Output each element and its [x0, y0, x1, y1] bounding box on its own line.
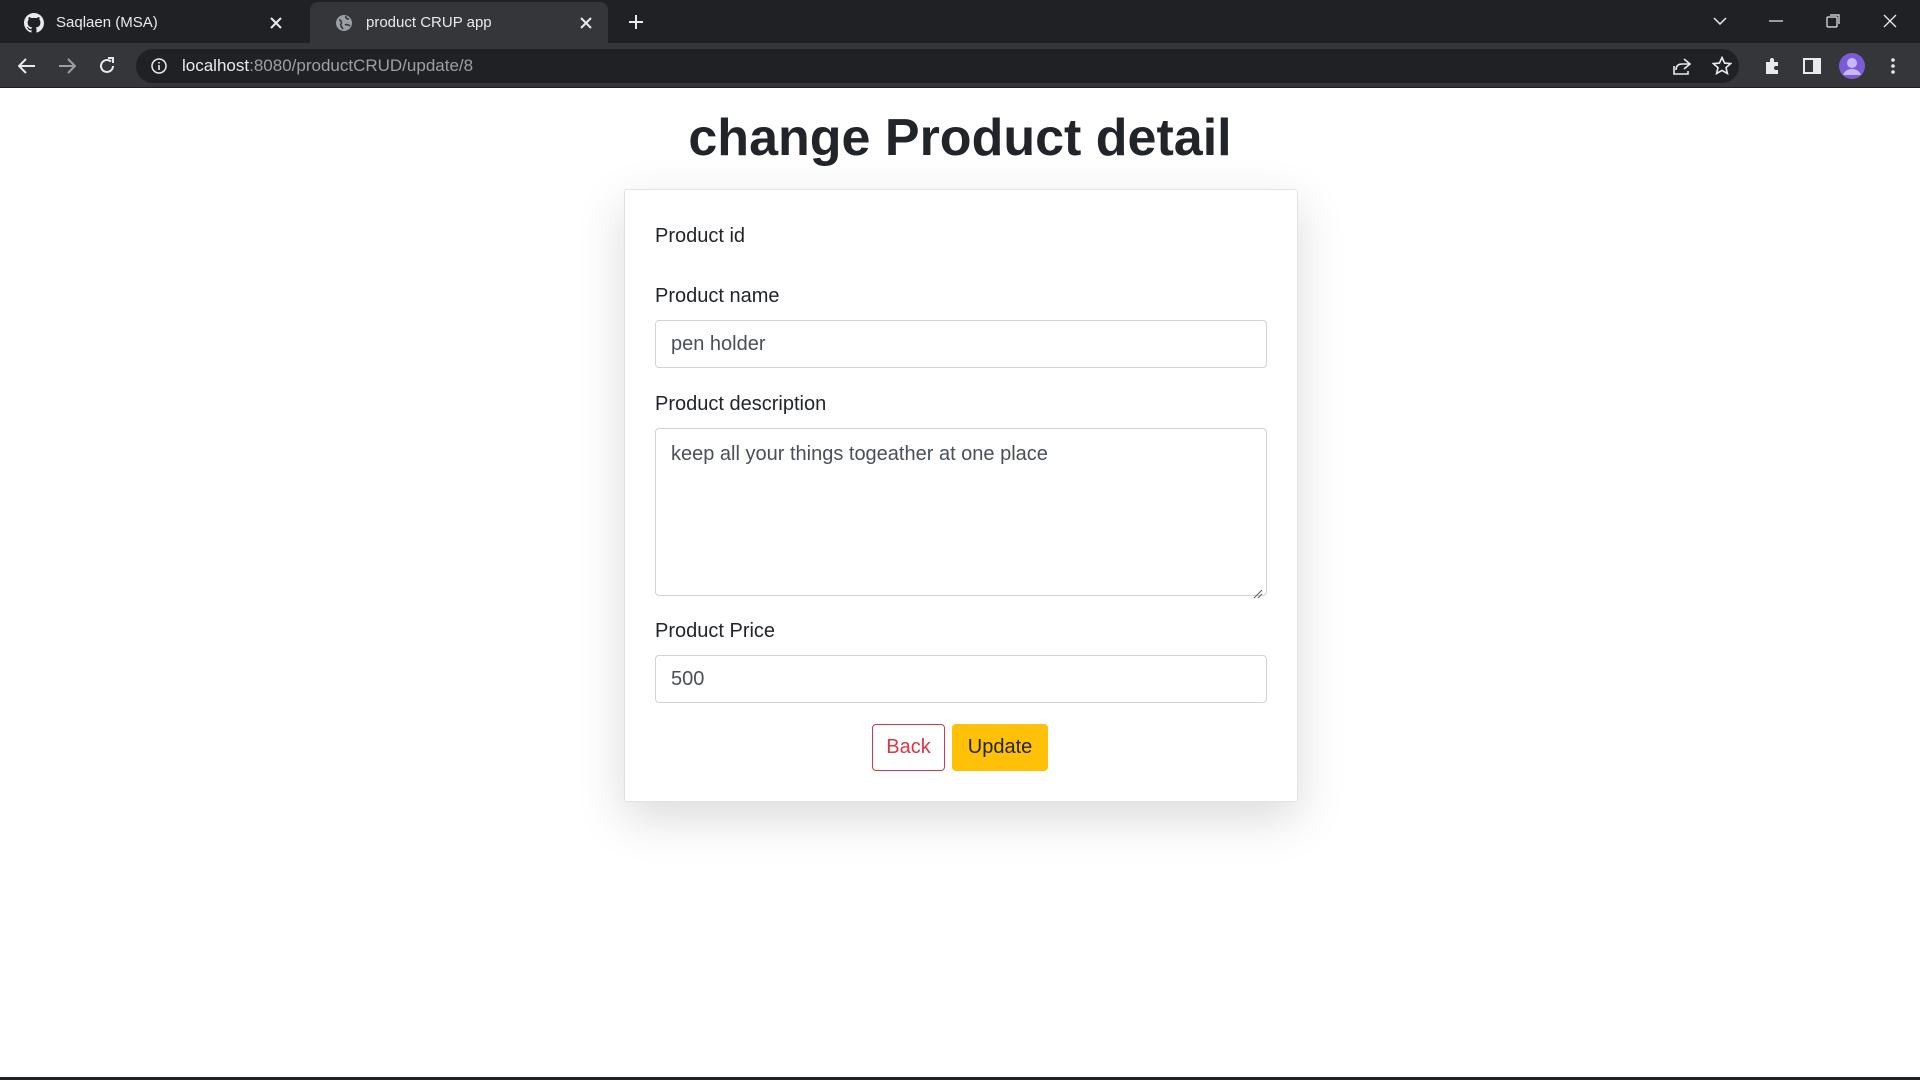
extensions-puzzle-icon[interactable] — [1758, 52, 1786, 80]
window-close-icon[interactable] — [1872, 6, 1908, 36]
product-name-input[interactable]: pen holder — [655, 320, 1267, 368]
product-description-label: Product description — [655, 393, 827, 415]
product-name-value: pen holder — [671, 332, 766, 355]
url-host: localhost — [182, 56, 250, 75]
product-id-label: Product id — [655, 225, 746, 247]
browser-toolbar: localhost:8080/productCRUD/update/8 — [0, 43, 1920, 88]
tab-title: product CRUP app — [366, 14, 492, 31]
more-menu-icon[interactable] — [1879, 52, 1907, 80]
info-icon[interactable] — [150, 57, 168, 75]
product-description-textarea[interactable]: keep all your things togeather at one pl… — [655, 428, 1267, 599]
resize-grip-icon[interactable] — [1253, 582, 1263, 599]
new-tab-icon[interactable] — [624, 10, 648, 34]
side-panel-icon[interactable] — [1798, 52, 1826, 80]
share-icon[interactable] — [1665, 49, 1699, 83]
product-description-value: keep all your things togeather at one pl… — [671, 443, 1048, 465]
page-title: change Product detail — [688, 109, 1232, 167]
close-icon[interactable] — [576, 13, 596, 33]
url-path: :8080/productCRUD/update/8 — [249, 56, 474, 75]
product-price-value: 500 — [671, 667, 705, 690]
tab-product-crud[interactable]: product CRUP app — [310, 2, 608, 43]
close-icon[interactable] — [266, 13, 286, 33]
product-price-input[interactable]: 500 — [655, 655, 1267, 703]
tab-github[interactable]: Saqlaen (MSA) — [0, 2, 298, 43]
forward-arrow-icon[interactable] — [53, 52, 81, 80]
tab-strip: Saqlaen (MSA) product CRUP app — [0, 0, 1920, 43]
tab-search-chevron-down-icon[interactable] — [1702, 6, 1738, 36]
back-button[interactable]: Back — [872, 724, 945, 771]
back-arrow-icon[interactable] — [13, 52, 41, 80]
github-icon — [24, 12, 44, 33]
product-price-label: Product Price — [655, 620, 776, 642]
product-name-label: Product name — [655, 285, 780, 307]
reload-icon[interactable] — [93, 52, 121, 80]
avatar[interactable] — [1838, 52, 1866, 80]
globe-icon — [334, 13, 354, 33]
update-button[interactable]: Update — [952, 724, 1048, 771]
product-form-card: Product id Product name pen holder Produ… — [624, 189, 1298, 802]
minimize-icon[interactable] — [1758, 6, 1794, 36]
tab-title: Saqlaen (MSA) — [56, 14, 158, 31]
star-icon[interactable] — [1705, 49, 1739, 83]
restore-icon[interactable] — [1815, 6, 1851, 36]
address-bar[interactable]: localhost:8080/productCRUD/update/8 — [136, 49, 1739, 83]
